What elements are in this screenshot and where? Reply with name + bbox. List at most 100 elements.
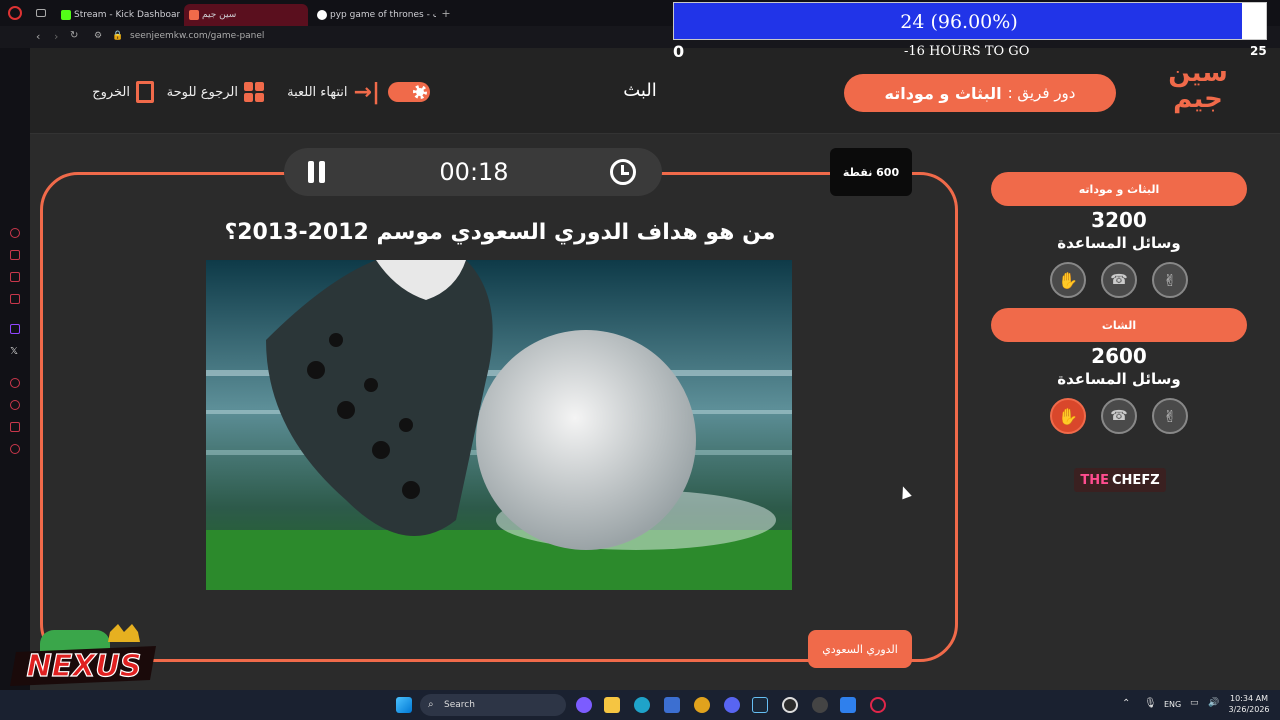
new-tab-icon[interactable]: + [440,8,452,20]
progress-text: 24 (96.00%) [900,11,1018,33]
question-text: من هو هداف الدوري السعودي موسم 2012-2013… [224,220,776,245]
hand-icon: ✋ [1058,406,1078,426]
nexus-text: NEXUS [27,649,142,684]
chevron-up-icon[interactable]: ⌃ [1122,698,1130,709]
tab-label: سين جيم [202,10,237,20]
system-clock[interactable]: 10:34 AM 3/26/2026 [1226,693,1272,715]
back-icon[interactable]: ‹ [36,30,40,43]
discord-icon[interactable] [724,697,740,713]
hand-aid-button[interactable]: ✋ [1050,262,1086,298]
center-title: البث [623,80,657,101]
vscode-icon[interactable] [840,697,856,713]
progress-right-value: 25 [1250,44,1267,58]
team-name-pill: الشات [991,308,1247,342]
football-photo [206,260,792,590]
steam-icon[interactable] [752,697,768,713]
bag-icon[interactable] [10,250,20,260]
store-icon[interactable] [664,697,680,713]
edge-icon[interactable] [634,697,650,713]
volume-icon[interactable]: 🔊 [1208,698,1219,708]
timer-bar: 00:18 [284,148,662,196]
sponsor-logo[interactable]: THE CHEFZ [1074,468,1166,492]
end-game-button[interactable]: →| انتهاء اللعبة [272,80,380,105]
turn-team-name: البثاث و موداته [884,83,1002,103]
progress-left-value: 0 [673,42,685,61]
reload-icon[interactable]: ↻ [70,30,78,41]
history-icon[interactable] [10,400,20,410]
stream-goal-progress: 24 (96.00%) [673,2,1267,40]
clock-date: 3/26/2026 [1228,705,1270,714]
two-answers-aid-button[interactable]: ✌ [1152,398,1188,434]
turn-prefix: دور فريق : [1007,84,1076,102]
player-icon[interactable] [10,378,20,388]
reset-timer-button[interactable] [610,159,636,185]
tab-google-search[interactable]: pyp game of thrones - بحث [312,4,436,26]
forward-icon[interactable]: › [54,30,58,43]
aria-icon[interactable] [10,228,20,238]
aids-label: وسائل المساعدة [1057,234,1181,252]
search-placeholder: Search [444,700,475,710]
exit-button[interactable]: الخروج [82,80,154,104]
progress-countdown: -16 HOURS TO GO [904,44,1030,59]
back-label: الرجوع للوحة [166,84,238,100]
settings-icon[interactable] [10,444,20,454]
pause-button[interactable] [306,161,328,183]
twitch-icon[interactable] [10,324,20,334]
game-panel-app: الخروج الرجوع للوحة →| انتهاء اللعبة الب… [30,48,1280,690]
opera-icon[interactable] [870,697,886,713]
kick-icon [61,10,71,20]
tabs-menu-icon[interactable] [36,9,46,17]
end-game-label: انتهاء اللعبة [287,84,348,100]
copilot-icon[interactable] [576,697,592,713]
team-score: 2600 [1091,344,1147,368]
hand-icon: ✋ [1058,270,1078,290]
taskbar-search[interactable]: ⌕ Search [420,694,566,716]
extensions-icon[interactable] [10,422,20,432]
hand-aid-button[interactable]: ✋ [1050,398,1086,434]
microphone-icon[interactable]: 🎙 [1144,698,1157,709]
seenjeem-icon [189,10,199,20]
points-badge: 600 نقطة [830,148,912,196]
chrome-icon[interactable] [694,697,710,713]
network-icon[interactable]: ▭ [1190,698,1199,708]
tab-label: Stream - Kick Dashboard [74,10,180,20]
clock-time: 10:34 AM [1230,694,1268,703]
phone-icon: ☎ [1110,272,1128,288]
settings-toggle[interactable] [388,82,430,102]
url-field[interactable]: seenjeemkw.com/game-panel [130,31,264,41]
phone-aid-button[interactable]: ☎ [1101,262,1137,298]
tab-seenjeem[interactable]: سين جيم [184,4,308,26]
peace-icon: ✌ [1163,406,1177,426]
exit-label: الخروج [92,84,130,100]
team-turn-pill: دور فريق : البثاث و موداته [844,74,1116,112]
x-icon[interactable]: 𝕏 [10,346,18,357]
seenjeem-logo[interactable]: سين جيم [1158,60,1238,126]
messenger-icon[interactable] [10,272,20,282]
lock-icon: 🔒 [112,31,124,41]
windows-start-icon[interactable] [396,697,412,713]
obs-icon[interactable] [782,697,798,713]
app-icon[interactable] [812,697,828,713]
app-header: الخروج الرجوع للوحة →| انتهاء اللعبة الب… [30,48,1280,134]
timer-display: 00:18 [439,158,509,186]
google-icon [317,10,327,20]
phone-aid-button[interactable]: ☎ [1101,398,1137,434]
browser-sidebar: 𝕏 [0,48,30,690]
tab-label: pyp game of thrones - بحث [330,10,436,20]
language-indicator[interactable]: ENG [1164,700,1181,709]
gmail-icon[interactable] [10,294,20,304]
file-explorer-icon[interactable] [604,697,620,713]
sponsor-chefz: CHEFZ [1112,472,1160,488]
pause-icon [308,161,314,183]
two-answers-aid-button[interactable]: ✌ [1152,262,1188,298]
phone-icon: ☎ [1110,408,1128,424]
nexus-logo: NEXUS [10,624,160,690]
opera-logo-icon[interactable] [8,6,22,20]
sponsor-the: THE [1080,472,1110,488]
aids-label: وسائل المساعدة [1057,370,1181,388]
site-info-icon[interactable]: ⚙ [94,31,102,41]
tab-kick-dashboard[interactable]: Stream - Kick Dashboard [56,4,180,26]
toggle-knob-icon [413,85,427,99]
back-to-board-button[interactable]: الرجوع للوحة [160,80,264,104]
category-tag: الدوري السعودي [808,630,912,668]
